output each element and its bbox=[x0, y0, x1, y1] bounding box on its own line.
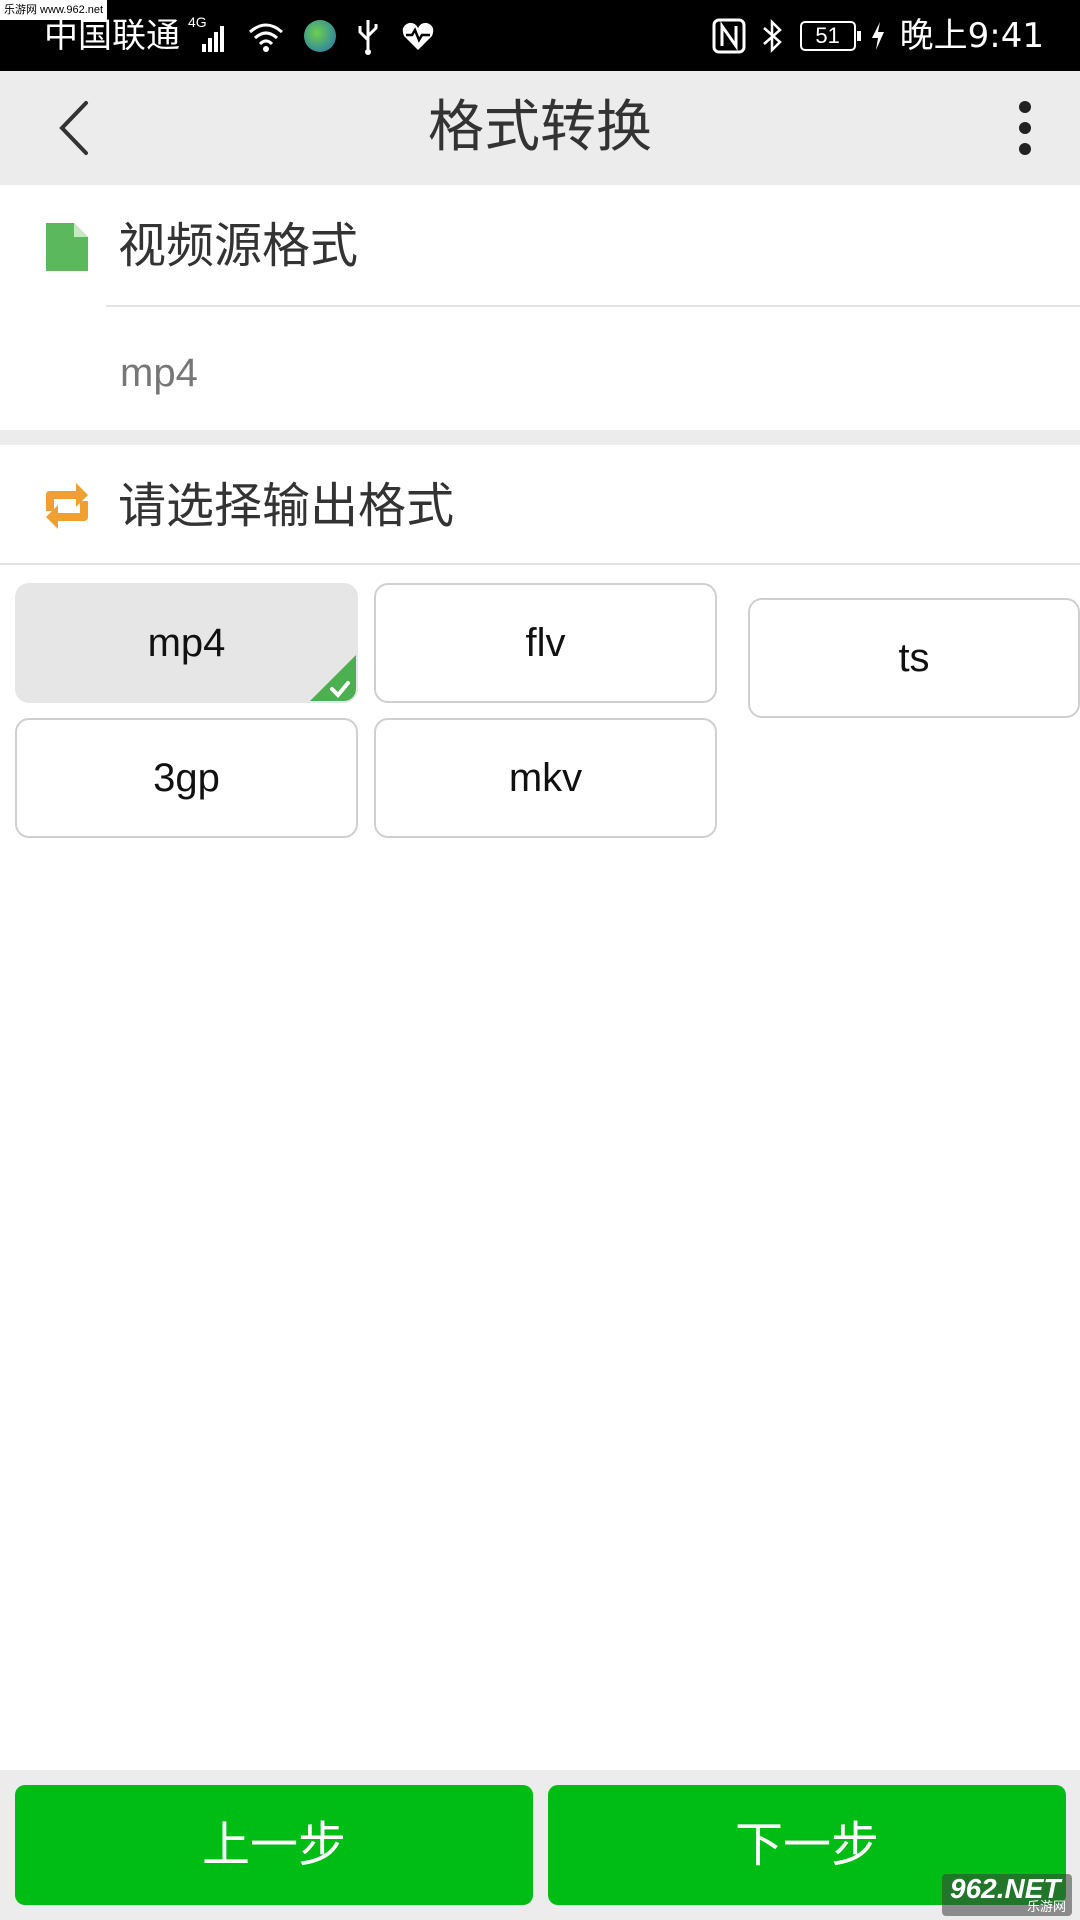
wifi-icon bbox=[246, 16, 286, 56]
more-options-button[interactable] bbox=[990, 93, 1060, 163]
format-option-3gp[interactable]: 3gp bbox=[15, 718, 358, 838]
nfc-icon bbox=[712, 18, 746, 54]
format-option-label: ts bbox=[898, 636, 930, 680]
more-vertical-icon bbox=[1019, 101, 1031, 155]
back-button[interactable] bbox=[44, 93, 114, 163]
source-format-section: 视频源格式 mp4 bbox=[0, 185, 1080, 430]
convert-icon bbox=[46, 483, 88, 529]
output-format-header: 请选择输出格式 bbox=[0, 445, 1080, 565]
clock: 晚上9:41 bbox=[899, 16, 1044, 56]
format-option-label: mkv bbox=[508, 756, 583, 800]
bottom-bar: 上一步 下一步 962.NET 乐游网 bbox=[0, 1770, 1080, 1920]
format-option-ts[interactable]: ts bbox=[748, 598, 1080, 718]
usb-icon bbox=[354, 16, 382, 56]
format-conversion-screen: 乐游网 www.962.net 中国联通 4G 51 晚上9:41 格式转换 视… bbox=[0, 0, 1080, 1920]
selected-check-icon bbox=[310, 655, 356, 701]
format-option-label: flv bbox=[525, 621, 566, 665]
format-option-label: 3gp bbox=[153, 756, 220, 800]
chevron-left-icon bbox=[59, 101, 88, 155]
battery-icon: 51 bbox=[799, 21, 861, 51]
source-format-title: 视频源格式 bbox=[118, 218, 359, 274]
output-format-title: 请选择输出格式 bbox=[118, 478, 455, 534]
title-bar: 格式转换 bbox=[0, 71, 1080, 185]
status-icons-left: 4G bbox=[188, 14, 436, 58]
format-option-mkv[interactable]: mkv bbox=[374, 718, 717, 838]
document-icon bbox=[46, 223, 88, 271]
divider bbox=[0, 563, 1080, 565]
watermark-logo: 962.NET 乐游网 bbox=[942, 1874, 1072, 1916]
section-separator bbox=[0, 430, 1080, 445]
charging-icon bbox=[870, 20, 886, 52]
globe-icon bbox=[304, 20, 336, 52]
format-option-flv[interactable]: flv bbox=[374, 583, 717, 703]
page-title: 格式转换 bbox=[428, 95, 652, 160]
battery-level: 51 bbox=[815, 23, 840, 48]
bluetooth-icon bbox=[760, 18, 786, 54]
signal-icon: 4G bbox=[188, 14, 228, 56]
carrier-name: 中国联通 bbox=[44, 16, 180, 56]
format-option-label: mp4 bbox=[147, 621, 226, 665]
source-format-value: mp4 bbox=[120, 351, 198, 395]
status-icons-right: 51 晚上9:41 bbox=[712, 8, 1044, 64]
previous-step-button[interactable]: 上一步 bbox=[15, 1785, 533, 1905]
watermark-logo-subtext: 乐游网 bbox=[1026, 1899, 1066, 1914]
format-option-mp4[interactable]: mp4 bbox=[15, 583, 358, 703]
status-bar: 乐游网 www.962.net 中国联通 4G 51 晚上9:41 bbox=[0, 0, 1080, 71]
divider bbox=[106, 305, 1080, 307]
heart-rate-icon bbox=[400, 18, 436, 54]
